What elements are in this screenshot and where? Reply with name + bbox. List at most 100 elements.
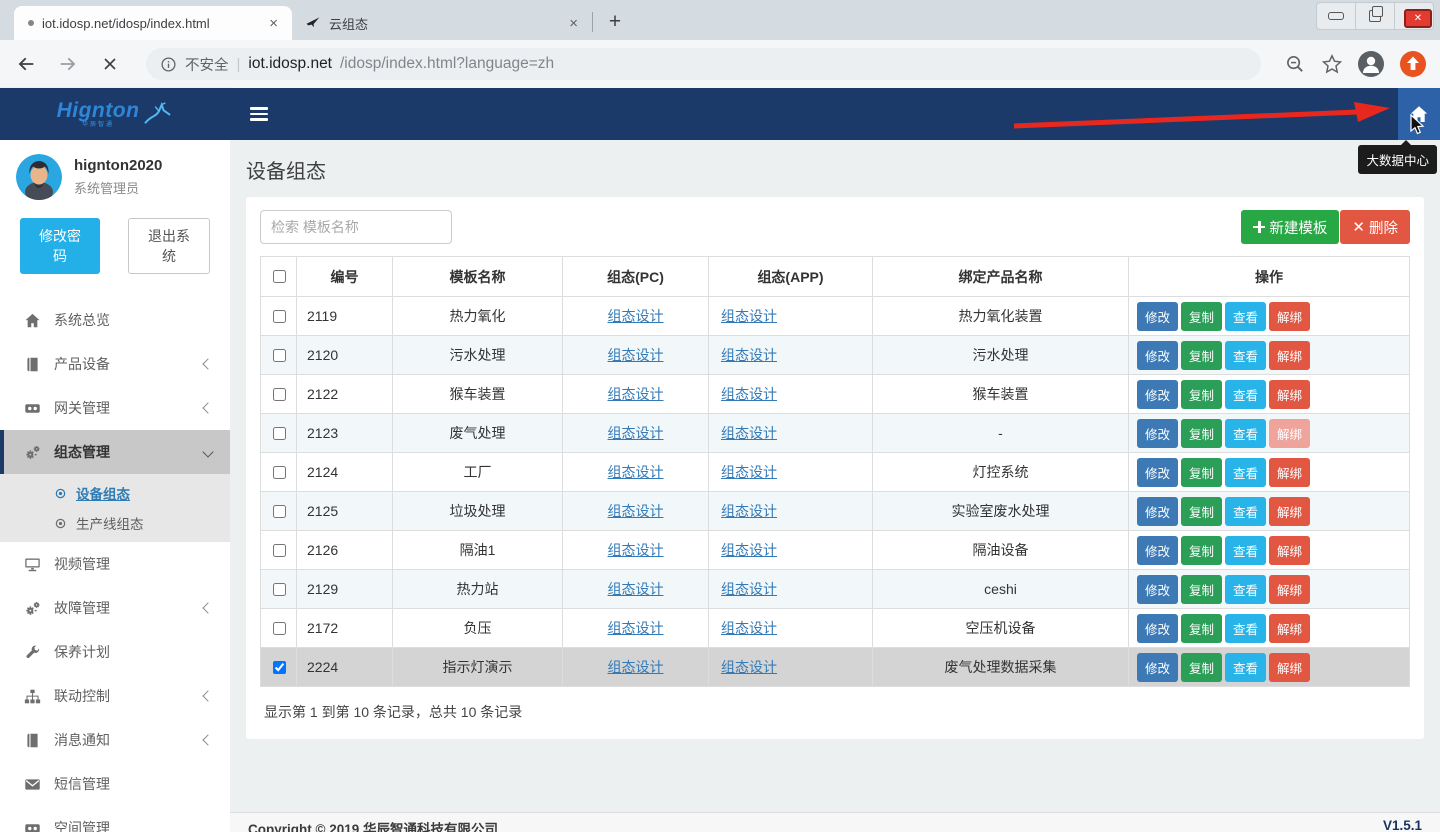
row-checkbox[interactable] bbox=[273, 427, 286, 440]
copy-button[interactable]: 复制 bbox=[1181, 575, 1222, 604]
unbind-button[interactable]: 解绑 bbox=[1269, 419, 1310, 448]
app-design-link[interactable]: 组态设计 bbox=[721, 308, 777, 324]
sidebar-item[interactable]: 产品设备 bbox=[0, 342, 230, 386]
edit-button[interactable]: 修改 bbox=[1137, 536, 1178, 565]
view-button[interactable]: 查看 bbox=[1225, 341, 1266, 370]
sidebar-subitem[interactable]: 设备组态 bbox=[0, 478, 230, 508]
sidebar-item[interactable]: 消息通知 bbox=[0, 718, 230, 762]
edit-button[interactable]: 修改 bbox=[1137, 653, 1178, 682]
minimize-button[interactable] bbox=[1317, 3, 1356, 29]
pc-design-link[interactable]: 组态设计 bbox=[608, 386, 664, 402]
sidebar-item[interactable]: 联动控制 bbox=[0, 674, 230, 718]
unbind-button[interactable]: 解绑 bbox=[1269, 497, 1310, 526]
tab-close-icon[interactable]: × bbox=[565, 14, 582, 33]
edit-button[interactable]: 修改 bbox=[1137, 419, 1178, 448]
pc-design-link[interactable]: 组态设计 bbox=[608, 503, 664, 519]
browser-tab-cloud[interactable]: 云组态 × bbox=[292, 6, 592, 40]
new-tab-button[interactable]: + bbox=[601, 8, 629, 36]
sidebar-item[interactable]: 组态管理 bbox=[0, 430, 230, 474]
unbind-button[interactable]: 解绑 bbox=[1269, 341, 1310, 370]
sidebar-item[interactable]: 网关管理 bbox=[0, 386, 230, 430]
row-checkbox[interactable] bbox=[273, 349, 286, 362]
row-checkbox[interactable] bbox=[273, 466, 286, 479]
row-checkbox[interactable] bbox=[273, 661, 286, 674]
forward-icon[interactable] bbox=[56, 52, 80, 76]
bookmark-star-icon[interactable] bbox=[1322, 54, 1342, 74]
unbind-button[interactable]: 解绑 bbox=[1269, 380, 1310, 409]
edit-button[interactable]: 修改 bbox=[1137, 614, 1178, 643]
edit-button[interactable]: 修改 bbox=[1137, 458, 1178, 487]
row-checkbox[interactable] bbox=[273, 310, 286, 323]
browser-update-icon[interactable] bbox=[1400, 51, 1426, 77]
menu-toggle-icon[interactable] bbox=[250, 107, 268, 121]
copy-button[interactable]: 复制 bbox=[1181, 614, 1222, 643]
copy-button[interactable]: 复制 bbox=[1181, 536, 1222, 565]
sidebar-item[interactable]: 空间管理 bbox=[0, 806, 230, 832]
pc-design-link[interactable]: 组态设计 bbox=[608, 308, 664, 324]
view-button[interactable]: 查看 bbox=[1225, 419, 1266, 448]
sidebar-item[interactable]: 系统总览 bbox=[0, 298, 230, 342]
view-button[interactable]: 查看 bbox=[1225, 380, 1266, 409]
view-button[interactable]: 查看 bbox=[1225, 575, 1266, 604]
edit-button[interactable]: 修改 bbox=[1137, 575, 1178, 604]
view-button[interactable]: 查看 bbox=[1225, 458, 1266, 487]
edit-button[interactable]: 修改 bbox=[1137, 341, 1178, 370]
unbind-button[interactable]: 解绑 bbox=[1269, 575, 1310, 604]
sidebar-subitem[interactable]: 生产线组态 bbox=[0, 508, 230, 538]
copy-button[interactable]: 复制 bbox=[1181, 380, 1222, 409]
sidebar-item[interactable]: 短信管理 bbox=[0, 762, 230, 806]
view-button[interactable]: 查看 bbox=[1225, 497, 1266, 526]
back-icon[interactable] bbox=[14, 52, 38, 76]
stop-icon[interactable] bbox=[98, 52, 122, 76]
row-checkbox[interactable] bbox=[273, 583, 286, 596]
copy-button[interactable]: 复制 bbox=[1181, 302, 1222, 331]
pc-design-link[interactable]: 组态设计 bbox=[608, 542, 664, 558]
edit-button[interactable]: 修改 bbox=[1137, 380, 1178, 409]
pc-design-link[interactable]: 组态设计 bbox=[608, 464, 664, 480]
new-template-button[interactable]: 新建模板 bbox=[1241, 210, 1339, 244]
info-icon[interactable] bbox=[160, 56, 177, 73]
row-checkbox[interactable] bbox=[273, 622, 286, 635]
row-checkbox[interactable] bbox=[273, 505, 286, 518]
copy-button[interactable]: 复制 bbox=[1181, 419, 1222, 448]
row-checkbox[interactable] bbox=[273, 544, 286, 557]
logout-button[interactable]: 退出系统 bbox=[128, 218, 210, 274]
app-design-link[interactable]: 组态设计 bbox=[721, 464, 777, 480]
app-design-link[interactable]: 组态设计 bbox=[721, 425, 777, 441]
sidebar-item[interactable]: 保养计划 bbox=[0, 630, 230, 674]
pc-design-link[interactable]: 组态设计 bbox=[608, 659, 664, 675]
copy-button[interactable]: 复制 bbox=[1181, 341, 1222, 370]
delete-button[interactable]: ✕ 删除 bbox=[1340, 210, 1410, 244]
pc-design-link[interactable]: 组态设计 bbox=[608, 347, 664, 363]
edit-button[interactable]: 修改 bbox=[1137, 302, 1178, 331]
select-all-checkbox[interactable] bbox=[273, 270, 286, 283]
close-button[interactable]: ✕ ✕ bbox=[1395, 3, 1433, 29]
pc-design-link[interactable]: 组态设计 bbox=[608, 581, 664, 597]
unbind-button[interactable]: 解绑 bbox=[1269, 653, 1310, 682]
copy-button[interactable]: 复制 bbox=[1181, 458, 1222, 487]
app-design-link[interactable]: 组态设计 bbox=[721, 542, 777, 558]
pc-design-link[interactable]: 组态设计 bbox=[608, 620, 664, 636]
edit-button[interactable]: 修改 bbox=[1137, 497, 1178, 526]
unbind-button[interactable]: 解绑 bbox=[1269, 302, 1310, 331]
unbind-button[interactable]: 解绑 bbox=[1269, 614, 1310, 643]
view-button[interactable]: 查看 bbox=[1225, 614, 1266, 643]
url-bar[interactable]: 不安全 | iot.idosp.net/idosp/index.html?lan… bbox=[146, 48, 1261, 80]
unbind-button[interactable]: 解绑 bbox=[1269, 458, 1310, 487]
app-design-link[interactable]: 组态设计 bbox=[721, 620, 777, 636]
app-design-link[interactable]: 组态设计 bbox=[721, 581, 777, 597]
tab-close-icon[interactable]: × bbox=[265, 14, 282, 33]
app-design-link[interactable]: 组态设计 bbox=[721, 386, 777, 402]
search-input[interactable] bbox=[260, 210, 452, 244]
app-design-link[interactable]: 组态设计 bbox=[721, 659, 777, 675]
restore-button[interactable] bbox=[1356, 3, 1395, 29]
view-button[interactable]: 查看 bbox=[1225, 302, 1266, 331]
bigdata-home-button[interactable] bbox=[1398, 88, 1440, 140]
app-design-link[interactable]: 组态设计 bbox=[721, 503, 777, 519]
copy-button[interactable]: 复制 bbox=[1181, 653, 1222, 682]
view-button[interactable]: 查看 bbox=[1225, 653, 1266, 682]
browser-tab-current[interactable]: iot.idosp.net/idosp/index.html × bbox=[14, 6, 292, 40]
sidebar-item[interactable]: 故障管理 bbox=[0, 586, 230, 630]
row-checkbox[interactable] bbox=[273, 388, 286, 401]
app-design-link[interactable]: 组态设计 bbox=[721, 347, 777, 363]
